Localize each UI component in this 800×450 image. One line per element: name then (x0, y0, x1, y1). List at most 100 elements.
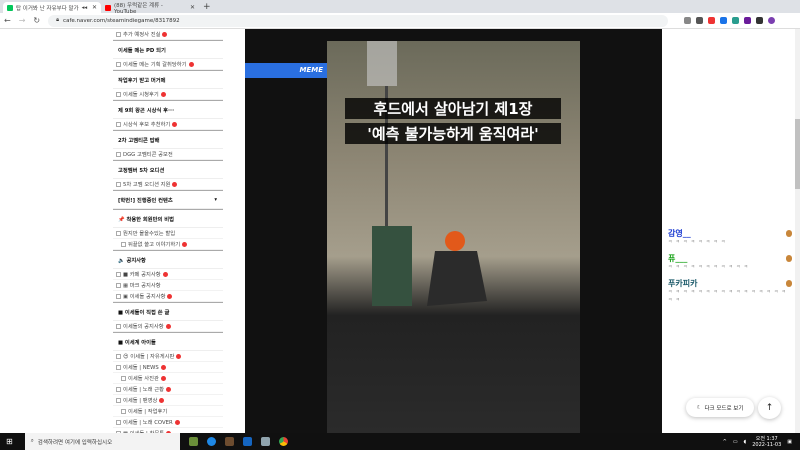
menu-item[interactable]: DGG 고멤티콘 공모전 (113, 149, 223, 160)
menu-item[interactable]: 5차 고멤 오디션 지원 (113, 179, 223, 190)
chevron-down-icon[interactable]: ▾ (214, 197, 223, 203)
menu-group-header[interactable]: 작업후기 받고 머거메 (113, 70, 223, 89)
new-tab-button[interactable]: + (203, 2, 211, 13)
menu-item[interactable]: ▣ 이세돌 공지사항 (113, 291, 223, 302)
extension-icon[interactable] (696, 17, 704, 24)
board-icon (121, 408, 126, 414)
taskbar-search[interactable]: ⌕ 검색하려면 여기에 입력하십시오 (24, 433, 180, 450)
menu-item[interactable]: 이세돌 사진관 (113, 373, 223, 384)
menu-item[interactable]: ▦ 마크 공지사항 (113, 280, 223, 291)
menu-item[interactable]: 이세돌 메는 기획 갈취당하기 (113, 59, 223, 70)
tab-naver-cafe[interactable]: 탑 이거봐 난 자유부다 말가 ◂◂ ✕ (3, 2, 101, 13)
menu-group-header[interactable]: 제 9회 왕곤 시상식 후··· (113, 100, 223, 119)
minecraft-icon[interactable] (224, 437, 234, 446)
chevron-up-icon[interactable]: ^ (723, 439, 727, 445)
menu-group-header[interactable]: 이세돌 메는 PD 되기 (113, 40, 223, 59)
new-badge-icon (176, 353, 182, 359)
address-bar-row: ← → ↻ 🔒︎ cafe.naver.com/steamindiegame/8… (0, 13, 800, 29)
board-icon (116, 397, 121, 403)
extension-icon[interactable] (756, 17, 764, 24)
tab-bar: 탑 이거봐 난 자유부다 말가 ◂◂ ✕ (88) 우럭같은 계류 - YouT… (0, 0, 800, 15)
edge-icon[interactable] (206, 437, 216, 446)
windows-start-icon[interactable]: ⊞ (6, 437, 13, 446)
menu-item[interactable]: 이세돌 | 팬영상 (113, 395, 223, 406)
forward-icon[interactable]: → (19, 16, 26, 25)
widget-icon[interactable] (188, 437, 198, 446)
menu-item-label: DGG 고멤티콘 공모전 (123, 152, 173, 158)
board-icon (116, 419, 121, 425)
close-tab-icon[interactable]: ✕ (190, 4, 195, 11)
menu-item[interactable]: 뭔지만 몰을수있는 할입 (113, 228, 223, 239)
comment-author[interactable]: 푸카피카 (668, 278, 792, 289)
scroll-to-top-button[interactable]: ↑ (758, 397, 781, 419)
menu-item-label: 2차 고멤티콘 밥배 (118, 137, 160, 144)
extension-icon[interactable] (708, 17, 716, 24)
reload-icon[interactable]: ↻ (33, 16, 40, 25)
board-icon (116, 91, 121, 97)
url-field[interactable]: 🔒︎ cafe.naver.com/steamindiegame/8317892 (48, 14, 669, 27)
clock[interactable]: 오전 1:37 2022-11-03 (752, 436, 781, 448)
comment: 감영__ ㅋ ㅋ ㅋ ㅋ ㅋ ㅋ ㅋ ㅋ (668, 228, 792, 247)
new-badge-icon (160, 375, 166, 381)
menu-item[interactable]: 이세돌 | NEWS (113, 362, 223, 373)
menu-item[interactable]: 이세돌 시청후기 (113, 89, 223, 100)
comment: 푸카피카 ㅋ ㅋ ㅋ ㅋ ㅋ ㅋ ㅋ ㅋ ㅋ ㅋ ㅋ ㅋ ㅋ ㅋ ㅋ ㅋ ㅋ ㅋ (668, 278, 792, 305)
new-badge-icon (165, 323, 171, 329)
comment-text: ㅋ ㅋ ㅋ ㅋ ㅋ ㅋ ㅋ ㅋ (668, 240, 727, 245)
menu-group-header[interactable]: 2차 고멤티콘 밥배 (113, 130, 223, 149)
vscode-icon[interactable] (242, 437, 252, 446)
network-icon[interactable]: ▭ (733, 439, 738, 445)
scrollbar-thumb[interactable] (795, 119, 800, 189)
extension-icon[interactable] (744, 17, 752, 24)
menu-group-header[interactable]: ■ 이세계 아이돌 (113, 332, 223, 351)
menu-item[interactable]: 이세돌 | 작업후기 (113, 406, 223, 417)
comment: 퓨___ ㅋ ㅋ ㅋ ㅋ ㅋ ㅋ ㅋ ㅋ ㅋ ㅋ ㅋ (668, 253, 792, 272)
dark-mode-button[interactable]: ☾ 다크 모드로 보기 (686, 398, 754, 417)
menu-group-header[interactable]: [학번!] 진행중인 컨텐츠 ▾ (113, 190, 223, 209)
video-player[interactable]: MEME 후드에서 살아남기 제1장 '예측 불가능하게 움직여라' (245, 29, 662, 433)
volume-icon[interactable]: ◖ (744, 439, 747, 445)
board-icon (116, 230, 121, 236)
author-avatar[interactable] (786, 255, 792, 262)
author-avatar[interactable] (786, 280, 792, 287)
menu-item-label: ■ 카페 공지사항 (123, 272, 161, 278)
menu-item-label: 작업후기 받고 머거메 (118, 77, 166, 84)
extension-icon[interactable] (720, 17, 728, 24)
menu-item[interactable]: 추가 예정사 진실 (113, 29, 223, 40)
author-avatar[interactable] (786, 230, 792, 237)
app-icon[interactable] (260, 437, 270, 446)
menu-group-header[interactable]: 🔈 공지사항 (113, 250, 223, 269)
board-icon (121, 375, 126, 381)
menu-group-header[interactable]: ■ 이세돌이 직접 쓴 글 (113, 302, 223, 321)
notification-icon[interactable]: ▣ (787, 439, 792, 445)
extension-icon[interactable] (732, 17, 740, 24)
board-icon (116, 323, 121, 329)
menu-item[interactable]: ■ 카페 공지사항 (113, 269, 223, 280)
menu-item-label: 시상식 후보 추천하기 (123, 122, 171, 128)
menu-item-label: 뒤끝없 쓸고 이야기하기 (128, 242, 181, 248)
menu-item[interactable]: 이세돌 | 노래 근황 (113, 384, 223, 395)
menu-group-header[interactable]: 고정멤버 5차 오디션 (113, 160, 223, 179)
close-tab-icon[interactable]: ✕ (92, 4, 97, 11)
tab-youtube[interactable]: (88) 우럭같은 계류 - YouTube ✕ (101, 2, 199, 15)
new-badge-icon (165, 386, 171, 392)
menu-item[interactable]: 이세돌 | 노래 COVER (113, 417, 223, 428)
comment-author[interactable]: 퓨___ (668, 253, 792, 264)
menu-item[interactable]: 시상식 후보 추천하기 (113, 119, 223, 130)
extension-icon[interactable] (684, 17, 692, 24)
menu-item-label: ■ 이세계 아이돌 (118, 339, 156, 346)
profile-avatar[interactable] (768, 17, 776, 24)
page-scrollbar[interactable] (795, 29, 800, 433)
menu-item-label: 제 9회 왕곤 시상식 후··· (118, 107, 175, 114)
back-icon[interactable]: ← (4, 16, 11, 25)
menu-item-label: ■ 이세돌이 직접 쓴 글 (118, 309, 170, 316)
menu-group-header[interactable]: 📌 착용한 회원만의 비법 (113, 209, 223, 228)
chrome-icon[interactable] (278, 437, 288, 446)
menu-item[interactable]: 😍 이세돌 | 자유게시판 (113, 351, 223, 362)
person-head (445, 231, 465, 251)
menu-item[interactable]: 뒤끝없 쓸고 이야기하기 (113, 239, 223, 250)
comment-author[interactable]: 감영__ (668, 228, 792, 239)
menu-item[interactable]: 이세돌의 공지사항 (113, 321, 223, 332)
audio-icon[interactable]: ◂◂ (82, 5, 88, 11)
comment-panel: 감영__ ㅋ ㅋ ㅋ ㅋ ㅋ ㅋ ㅋ ㅋ 퓨___ ㅋ ㅋ ㅋ ㅋ ㅋ ㅋ ㅋ … (662, 29, 795, 433)
